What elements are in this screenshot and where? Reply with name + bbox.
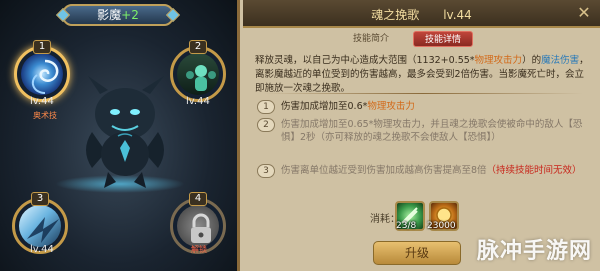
skill-level: lv.44 (443, 8, 472, 22)
skill-slot-4-tag: 解锁 (191, 245, 207, 254)
skill-slot-1-number: 1 (33, 40, 51, 54)
upgrade-2-segment: 伤害加成增加至0.65*物理攻击力，并且魂之挽歌会使被命中的敌人【恐惧】2秒（亦… (281, 119, 583, 143)
upgrade-1-text: 伤害加成增加至0.6*物理攻击力 (281, 100, 586, 113)
description-segment: 释放灵魂，以自己为中心造成大范围（1132+0.55* (255, 55, 475, 66)
description-segment: 物理攻击力 (474, 55, 523, 66)
padlock-icon (177, 205, 219, 247)
upgrade-button[interactable]: 升级 (373, 241, 461, 265)
wind-blade-icon (19, 205, 61, 247)
skill-description: 释放灵魂，以自己为中心造成大范围（1132+0.55*物理攻击力）的魔法伤害，离… (255, 54, 590, 96)
skill-slot-2-number: 2 (189, 40, 207, 54)
upgrade-2-number: 2 (257, 118, 275, 132)
upgrade-1-number: 1 (257, 100, 275, 114)
tab-skill-details[interactable]: 技能详情 (413, 31, 473, 47)
upgrade-2-text: 伤害加成增加至0.65*物理攻击力，并且魂之挽歌会使被命中的敌人【恐惧】2秒（亦… (281, 118, 586, 144)
skill-slot-1[interactable] (14, 46, 70, 102)
skill-title: 魂之挽歌 lv.44 (243, 6, 600, 23)
skill-slot-3-number: 3 (31, 192, 49, 206)
skill-slot-4-number: 4 (189, 192, 207, 206)
skill-detail-panel: 魂之挽歌 lv.44 ✕ 技能简介 技能详情 释放灵魂，以自己为中心造成大范围（1… (243, 0, 600, 271)
skill-tabs: 技能简介 技能详情 (243, 31, 600, 49)
upgrade-3-number: 3 (257, 164, 275, 178)
upgrade-1-segment: 伤害加成增加至0.6* (281, 101, 368, 112)
skill-slot-1-level: lv.44 (30, 96, 54, 107)
tab-skill-intro[interactable]: 技能简介 (343, 31, 399, 47)
upgrade-1-segment: 物理攻击力 (367, 101, 415, 112)
hero-name: 影魔 (97, 8, 122, 22)
hero-model-shadow-fiend (70, 72, 180, 192)
skill-slot-1-tag: 奥术技 (33, 111, 57, 120)
skill-slot-3-level: lv.44 (30, 244, 54, 255)
banner-gem-icon (165, 7, 181, 23)
hero-plus: +2 (121, 8, 139, 22)
hero-panel: 影魔+2 1 lv.44 奥术技 2 lv.44 3 lv.44 4 解锁 (0, 0, 240, 271)
site-watermark: 脉冲手游网 (476, 239, 592, 264)
close-button[interactable]: ✕ (574, 3, 594, 23)
section-divider (263, 93, 583, 94)
close-icon: ✕ (577, 3, 591, 22)
description-segment: ）的 (522, 55, 542, 66)
upgrade-3-segment: 伤害离单位越近受到伤害加成越高伤害提高至8倍 (281, 165, 487, 176)
upgrade-3-text: 伤害离单位越近受到伤害加成越高伤害提高至8倍（持续技能时间无效） (281, 164, 586, 177)
hero-name-banner: 影魔+2 (55, 4, 181, 26)
summon-spirits-icon (177, 53, 219, 95)
skill-name: 魂之挽歌 (371, 8, 420, 22)
skill-slot-2-level: lv.44 (186, 96, 210, 107)
description-segment: 魔法伤害 (541, 55, 580, 66)
banner-gem-icon (55, 7, 71, 23)
cost-value-scroll: 23/8 (396, 221, 417, 231)
swirl-vortex-icon (21, 53, 63, 95)
upgrade-3-segment: （持续技能时间无效） (486, 165, 582, 176)
skill-detail-header: 魂之挽歌 lv.44 ✕ (243, 0, 600, 28)
cost-value-gold: 23000 (427, 221, 456, 231)
